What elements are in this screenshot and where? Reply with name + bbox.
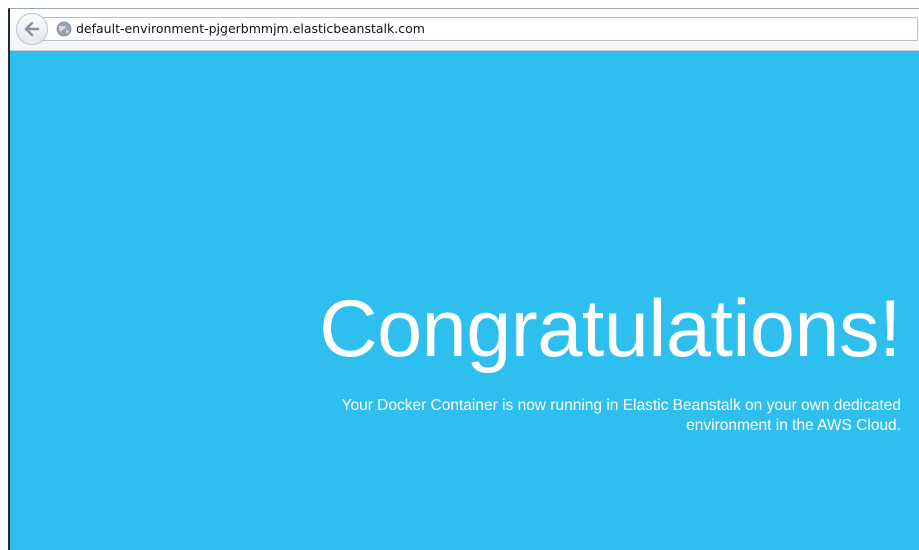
browser-toolbar: default-environment-pjgerbmmjm.elasticbe… — [10, 9, 919, 51]
page-content: Congratulations! Your Docker Container i… — [10, 51, 919, 550]
back-button[interactable] — [16, 13, 48, 45]
page-headline: Congratulations! — [319, 284, 901, 374]
address-bar[interactable]: default-environment-pjgerbmmjm.elasticbe… — [42, 17, 918, 41]
address-text[interactable]: default-environment-pjgerbmmjm.elasticbe… — [76, 21, 425, 37]
globe-icon — [56, 21, 72, 42]
back-arrow-icon — [24, 21, 40, 37]
browser-window: default-environment-pjgerbmmjm.elasticbe… — [8, 8, 919, 550]
page-message: Your Docker Container is now running in … — [341, 397, 901, 434]
